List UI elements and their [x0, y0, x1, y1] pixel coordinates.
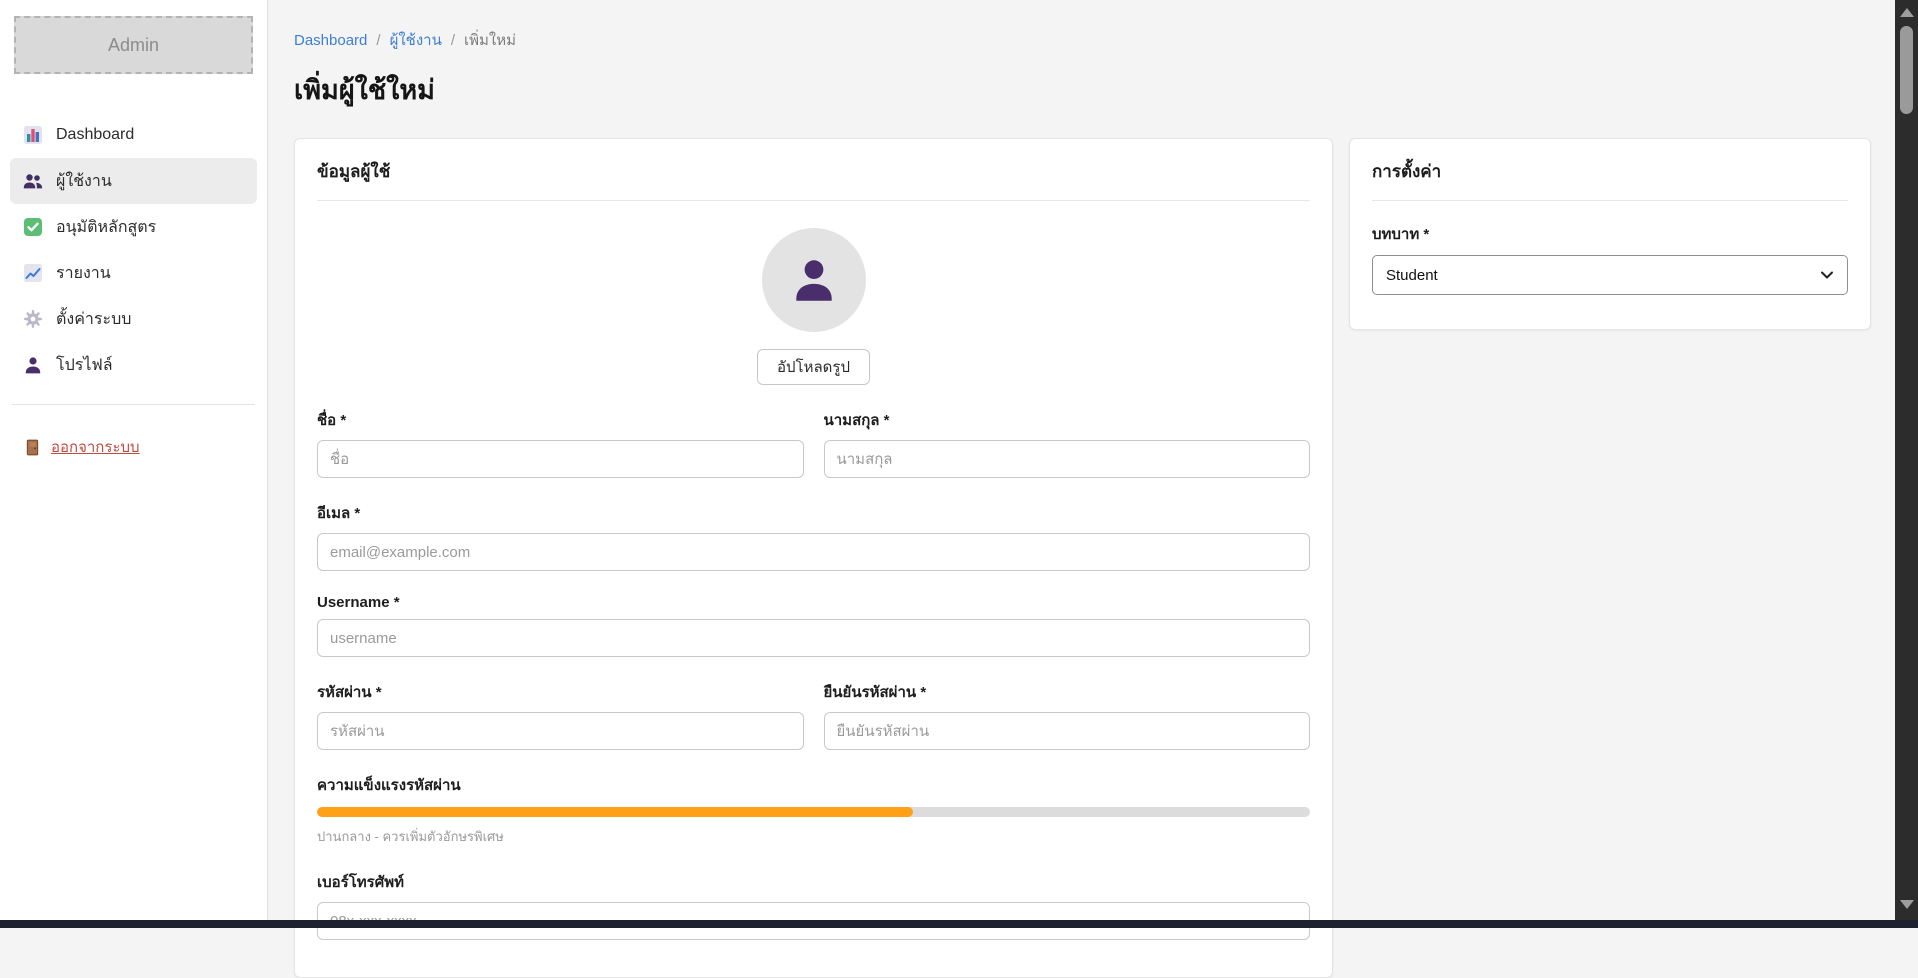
sidebar-divider [12, 404, 255, 405]
triangle-down-icon [1900, 900, 1914, 909]
scrollbar-down-button[interactable] [1895, 893, 1918, 915]
first-name-field[interactable] [317, 440, 804, 478]
sidebar-item-label: รายงาน [56, 261, 111, 286]
chevron-down-icon [1820, 268, 1834, 282]
person-icon [23, 355, 43, 375]
password-strength-bar [317, 807, 1310, 817]
password-label: รหัสผ่าน * [317, 680, 804, 704]
last-name-field[interactable] [824, 440, 1311, 478]
scrollbar-up-button[interactable] [1895, 1, 1918, 23]
sidebar-item-system-settings[interactable]: ตั้งค่าระบบ [10, 296, 257, 342]
door-icon [24, 439, 41, 456]
settings-card: การตั้งค่า บทบาท * Student [1349, 138, 1871, 330]
logout-label: ออกจากระบบ [51, 435, 140, 459]
bar-chart-icon [23, 125, 43, 145]
confirm-password-label: ยืนยันรหัสผ่าน * [824, 680, 1311, 704]
logout-link[interactable]: ออกจากระบบ [24, 435, 140, 459]
sidebar-item-course-approval[interactable]: อนุมัติหลักสูตร [10, 204, 257, 250]
confirm-password-field[interactable] [824, 712, 1311, 750]
sidebar-item-users[interactable]: ผู้ใช้งาน [10, 158, 257, 204]
upload-photo-button[interactable]: อัปโหลดรูป [757, 349, 870, 385]
triangle-up-icon [1900, 8, 1914, 17]
users-icon [23, 171, 43, 191]
email-field[interactable] [317, 533, 1310, 571]
role-selected-value: Student [1386, 267, 1438, 284]
gear-icon [23, 309, 43, 329]
bottom-bar [0, 920, 1918, 928]
sidebar-item-label: ผู้ใช้งาน [56, 169, 112, 194]
sidebar-item-label: ตั้งค่าระบบ [56, 307, 131, 332]
settings-card-title: การตั้งค่า [1372, 139, 1848, 201]
scrollbar-thumb[interactable] [1900, 26, 1913, 114]
breadcrumb: Dashboard / ผู้ใช้งาน / เพิ่มใหม่ [294, 28, 1872, 52]
sidebar-item-label: Dashboard [56, 126, 134, 144]
username-field[interactable] [317, 619, 1310, 657]
user-info-card-title: ข้อมูลผู้ใช้ [317, 139, 1310, 201]
email-label: อีเมล * [317, 501, 1310, 525]
phone-label: เบอร์โทรศัพท์ [317, 870, 1310, 894]
username-label: Username * [317, 594, 1310, 611]
last-name-label: นามสกุล * [824, 408, 1311, 432]
password-strength-hint: ปานกลาง - ควรเพิ่มตัวอักษรพิเศษ [317, 826, 1310, 847]
sidebar-item-label: โปรไฟล์ [56, 353, 113, 378]
check-icon [23, 217, 43, 237]
breadcrumb-current: เพิ่มใหม่ [464, 28, 516, 52]
sidebar: Admin Dashboard ผู้ใช้งาน อนุมัติหลักสูต… [0, 0, 268, 920]
breadcrumb-separator: / [376, 32, 380, 49]
sidebar-item-profile[interactable]: โปรไฟล์ [10, 342, 257, 388]
page-title: เพิ่มผู้ใช้ใหม่ [294, 68, 1872, 111]
password-strength-fill [317, 807, 913, 817]
chart-increasing-icon [23, 263, 43, 283]
role-select[interactable]: Student [1372, 255, 1848, 295]
avatar [762, 228, 866, 332]
admin-logo-box: Admin [14, 16, 253, 74]
breadcrumb-link-dashboard[interactable]: Dashboard [294, 32, 367, 49]
breadcrumb-separator: / [451, 32, 455, 49]
password-strength-label: ความแข็งแรงรหัสผ่าน [317, 773, 1310, 797]
breadcrumb-link-users[interactable]: ผู้ใช้งาน [390, 28, 442, 52]
person-silhouette-icon [788, 254, 840, 306]
sidebar-item-dashboard[interactable]: Dashboard [10, 112, 257, 158]
user-info-card: ข้อมูลผู้ใช้ อัปโหลดรูป ชื่อ * นามสกุล * [294, 138, 1333, 978]
sidebar-item-label: อนุมัติหลักสูตร [56, 215, 156, 240]
first-name-label: ชื่อ * [317, 408, 804, 432]
vertical-scrollbar[interactable] [1895, 0, 1918, 928]
password-field[interactable] [317, 712, 804, 750]
sidebar-nav: Dashboard ผู้ใช้งาน อนุมัติหลักสูตร รายง… [0, 112, 267, 388]
main-content: Dashboard / ผู้ใช้งาน / เพิ่มใหม่ เพิ่มผ… [268, 0, 1895, 920]
role-label: บทบาท * [1372, 222, 1848, 246]
sidebar-item-reports[interactable]: รายงาน [10, 250, 257, 296]
admin-logo-text: Admin [108, 35, 159, 56]
